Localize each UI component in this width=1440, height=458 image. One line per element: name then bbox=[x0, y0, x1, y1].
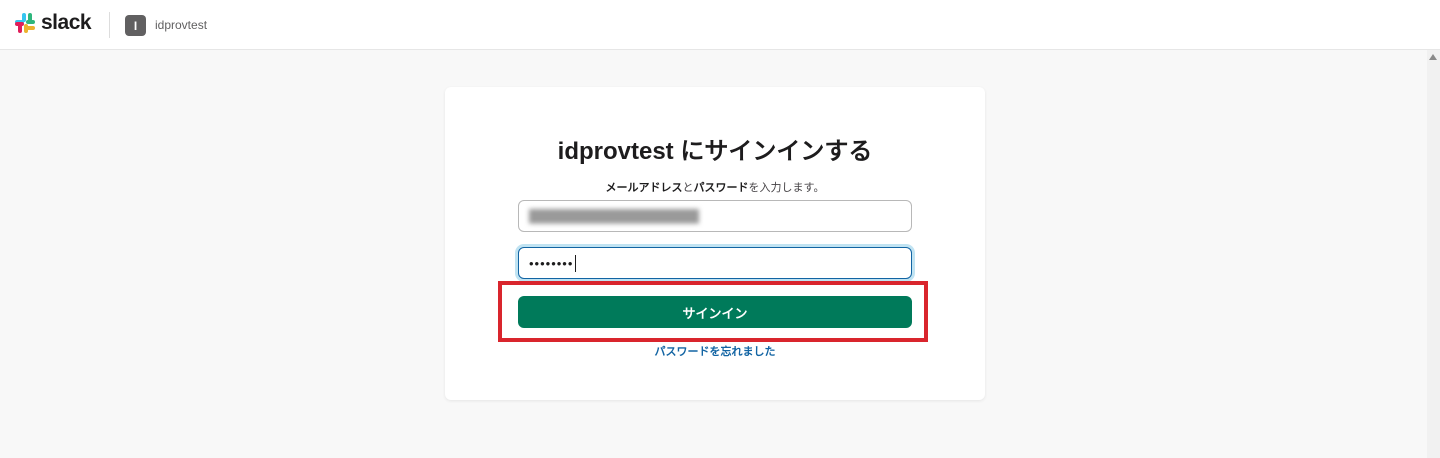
password-field[interactable]: •••••••• bbox=[518, 247, 912, 279]
workspace-avatar: I bbox=[125, 15, 146, 36]
email-value-redacted: ████████████████████ bbox=[529, 209, 700, 223]
forgot-password-link[interactable]: パスワードを忘れました bbox=[445, 343, 985, 359]
workspace-name: idprovtest bbox=[155, 18, 208, 32]
instruction-email: メールアドレス bbox=[605, 182, 683, 194]
instruction-and: と bbox=[682, 182, 694, 194]
scroll-up-arrow-icon[interactable] bbox=[1429, 54, 1437, 60]
instruction-password: パスワード bbox=[693, 182, 749, 194]
password-value: •••••••• bbox=[529, 255, 574, 271]
top-bar: slack I idprovtest bbox=[0, 0, 1440, 50]
page-scrollbar[interactable] bbox=[1427, 50, 1440, 458]
email-field[interactable]: ████████████████████ bbox=[518, 200, 912, 232]
slack-wordmark: slack bbox=[41, 11, 92, 34]
slack-logo[interactable]: slack bbox=[14, 11, 92, 34]
slack-logo-icon bbox=[15, 13, 35, 33]
instruction-enter: を入力します。 bbox=[748, 182, 825, 194]
text-caret bbox=[575, 254, 577, 272]
signin-button[interactable]: サインイン bbox=[518, 296, 912, 328]
page-title: idprovtest にサインインする bbox=[557, 138, 873, 165]
header-divider bbox=[109, 12, 110, 38]
signin-instructions: メールアドレスとパスワードを入力します。 bbox=[445, 179, 985, 195]
signin-card: idprovtest にサインインする メールアドレスとパスワードを入力します。… bbox=[445, 87, 985, 400]
